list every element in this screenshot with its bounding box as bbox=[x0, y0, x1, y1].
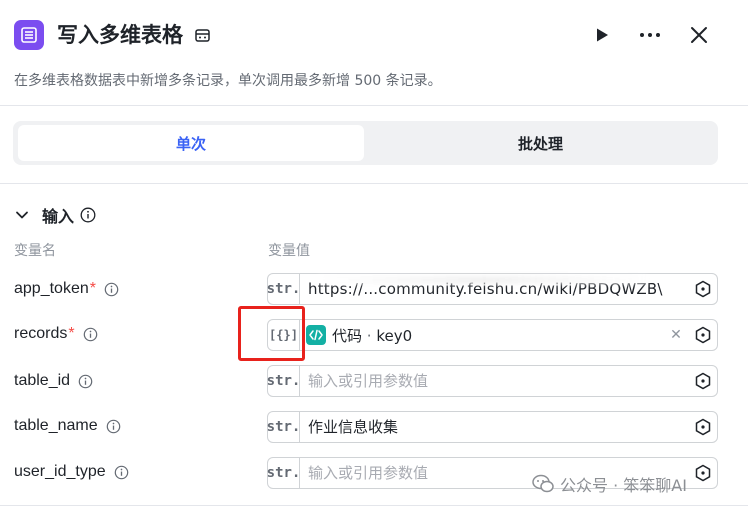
input-section-header[interactable]: 输入 bbox=[13, 202, 96, 228]
page-title: 写入多维表格 bbox=[57, 23, 183, 47]
chevron-down-icon[interactable] bbox=[13, 206, 31, 224]
clear-reference-icon[interactable]: ✕ bbox=[669, 327, 683, 341]
type-tag-string[interactable]: str. bbox=[267, 366, 300, 396]
table-name-value[interactable]: 作业信息收集 bbox=[308, 412, 678, 442]
reference-separator: · bbox=[366, 326, 372, 345]
variable-reference-icon[interactable] bbox=[694, 464, 712, 482]
more-button[interactable] bbox=[637, 22, 663, 48]
variable-reference-icon[interactable] bbox=[694, 418, 712, 436]
divider bbox=[0, 105, 748, 106]
tab-batch[interactable]: 批处理 bbox=[368, 125, 713, 161]
type-tag-string[interactable]: str. bbox=[267, 458, 300, 488]
redacted-blur bbox=[318, 276, 648, 284]
column-header-value: 变量值 bbox=[268, 243, 310, 259]
run-button[interactable] bbox=[589, 22, 615, 48]
info-icon[interactable] bbox=[83, 327, 98, 342]
param-label-table-name: table_name bbox=[14, 414, 121, 438]
param-label-records: records * bbox=[14, 322, 98, 346]
param-label-app-token: app_token * bbox=[14, 277, 119, 301]
close-icon bbox=[691, 27, 707, 43]
reference-node-name: 代码 bbox=[332, 326, 363, 345]
info-icon[interactable] bbox=[80, 207, 96, 223]
info-icon[interactable] bbox=[106, 419, 121, 434]
info-icon[interactable] bbox=[114, 465, 129, 480]
reference-key: key0 bbox=[376, 326, 413, 345]
required-mark: * bbox=[89, 280, 96, 297]
divider bbox=[0, 183, 748, 184]
variable-reference-icon[interactable] bbox=[694, 372, 712, 390]
highlight-annotation-box bbox=[238, 306, 305, 361]
wechat-icon bbox=[532, 474, 554, 493]
reference-tag[interactable]: 代码 · key0 bbox=[306, 324, 412, 346]
close-button[interactable] bbox=[686, 22, 712, 48]
table-id-input[interactable]: 输入或引用参数值 bbox=[308, 366, 678, 396]
variable-reference-icon[interactable] bbox=[694, 280, 712, 298]
info-icon[interactable] bbox=[104, 282, 119, 297]
variable-reference-icon[interactable] bbox=[694, 326, 712, 344]
type-tag-string[interactable]: str. bbox=[267, 412, 300, 442]
tab-single[interactable]: 单次 bbox=[18, 125, 364, 161]
node-description: 在多维表格数据表中新增多条记录，单次调用最多新增 500 条记录。 bbox=[14, 73, 442, 89]
node-header: 写入多维表格 bbox=[0, 0, 748, 70]
store-icon[interactable] bbox=[194, 27, 211, 44]
type-tag-string[interactable]: str. bbox=[267, 274, 300, 304]
table-name-field[interactable]: str. 作业信息收集 bbox=[267, 411, 718, 443]
mode-tabs: 单次 批处理 bbox=[13, 121, 718, 165]
section-title: 输入 bbox=[42, 207, 75, 226]
records-field[interactable]: [{}] 代码 · key0 ✕ bbox=[267, 319, 718, 351]
param-label-table-id: table_id bbox=[14, 369, 93, 393]
table-id-field[interactable]: str. 输入或引用参数值 bbox=[267, 365, 718, 397]
more-dots-icon bbox=[640, 33, 660, 37]
column-header-name: 变量名 bbox=[14, 243, 56, 259]
required-mark: * bbox=[68, 325, 75, 342]
code-icon bbox=[306, 325, 326, 345]
play-icon bbox=[597, 28, 608, 42]
divider bbox=[0, 505, 748, 506]
watermark-text: 公众号 · 笨笨聊AI bbox=[560, 476, 687, 495]
param-label-user-id-type: user_id_type bbox=[14, 460, 129, 484]
info-icon[interactable] bbox=[78, 374, 93, 389]
table-app-icon bbox=[14, 20, 44, 50]
watermark: 公众号 · 笨笨聊AI bbox=[532, 471, 687, 497]
